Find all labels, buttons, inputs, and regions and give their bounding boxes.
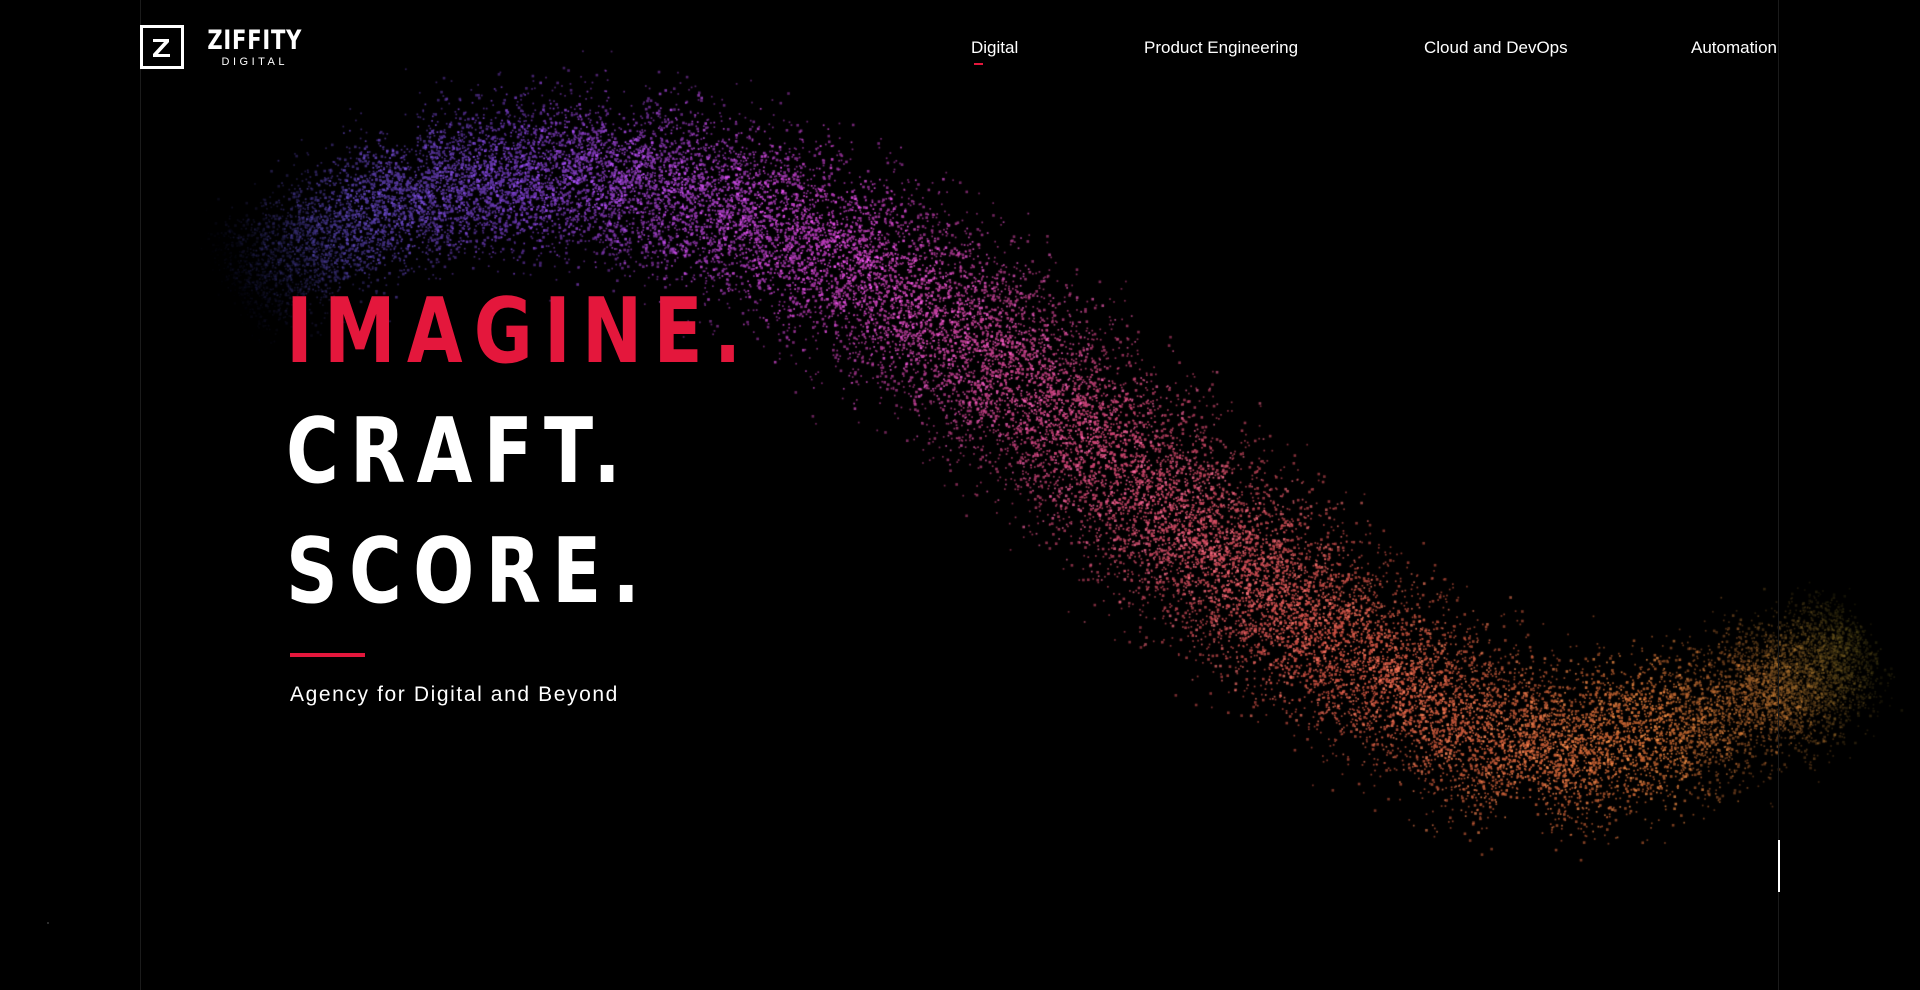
hero-divider	[290, 653, 365, 657]
active-indicator	[974, 63, 983, 65]
nav-item-digital[interactable]: Digital	[971, 38, 1019, 65]
hero-line-imagine: IMAGINE.	[286, 279, 753, 384]
left-guide-line	[140, 0, 141, 990]
hero-line-craft: CRAFT.	[286, 399, 632, 504]
page: ZIFFITY DIGITAL Digital Product Engineer…	[0, 0, 1920, 990]
main-navigation: Digital Product Engineering Cloud and De…	[0, 38, 1920, 68]
nav-item-automation[interactable]: Automation	[1691, 38, 1777, 58]
decorative-dot	[47, 922, 49, 924]
nav-item-label: Automation	[1691, 38, 1777, 57]
hero-headline: IMAGINE. CRAFT. SCORE.	[286, 287, 869, 647]
nav-item-label: Digital	[971, 38, 1019, 57]
nav-item-label: Cloud and DevOps	[1424, 38, 1568, 57]
nav-item-cloud-and-devops[interactable]: Cloud and DevOps	[1424, 38, 1568, 58]
nav-item-label: Product Engineering	[1144, 38, 1299, 57]
scroll-indicator[interactable]	[1778, 840, 1780, 892]
hero-tagline: Agency for Digital and Beyond	[290, 683, 619, 706]
hero-line-score: SCORE.	[286, 519, 652, 624]
nav-item-product-engineering[interactable]: Product Engineering	[1144, 38, 1298, 58]
